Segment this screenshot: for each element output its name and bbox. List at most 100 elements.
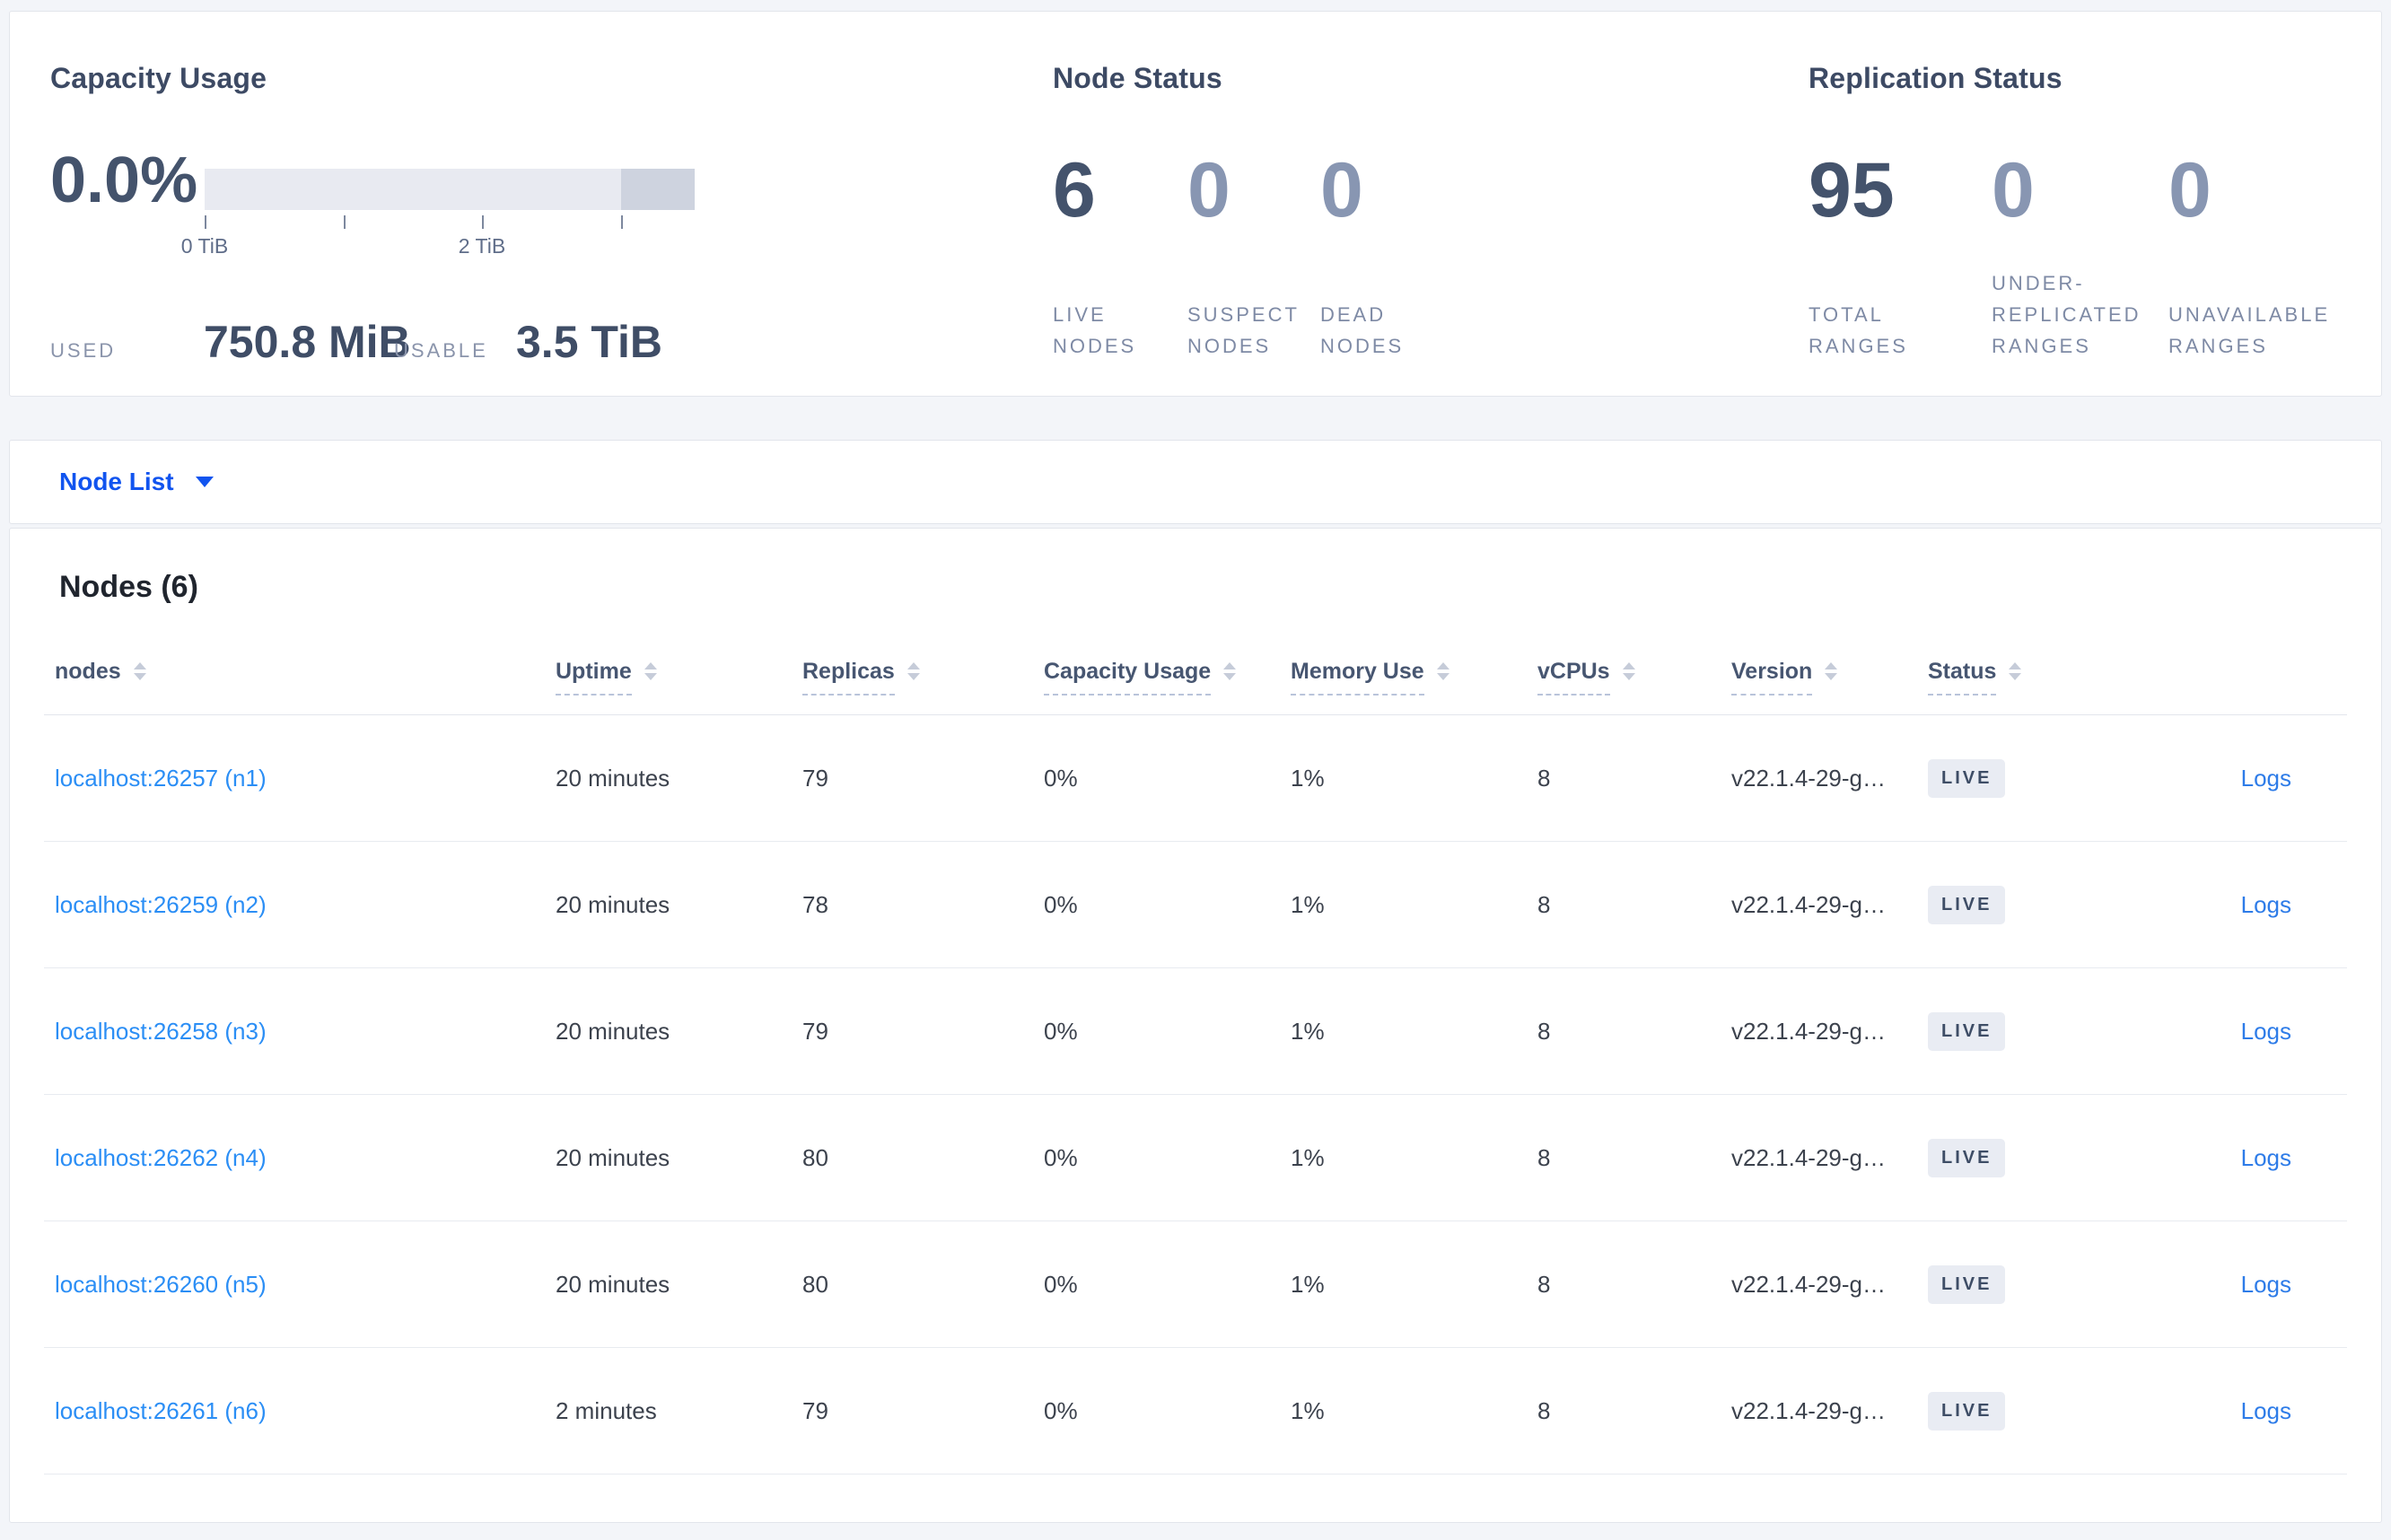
- capacity-usage-cell: 0%: [1044, 764, 1078, 792]
- logs-link[interactable]: Logs: [2241, 1397, 2291, 1424]
- sort-arrows-icon[interactable]: [1622, 662, 1635, 680]
- memory-use-cell: 1%: [1291, 1270, 1325, 1298]
- logs-link[interactable]: Logs: [2241, 1018, 2291, 1045]
- nodes-panel-title: Nodes (6): [59, 570, 198, 604]
- memory-use-cell: 1%: [1291, 890, 1325, 918]
- axis-tick: [482, 215, 484, 229]
- replicas-cell: 78: [802, 890, 828, 918]
- sort-arrows-icon[interactable]: [2009, 662, 2022, 680]
- vcpus-cell: 8: [1537, 1270, 1551, 1298]
- node-link[interactable]: localhost:26259 (n2): [55, 891, 267, 918]
- node-link[interactable]: localhost:26261 (n6): [55, 1397, 267, 1424]
- column-header-nodes[interactable]: nodes: [44, 659, 547, 685]
- replicas-cell: 80: [802, 1143, 828, 1171]
- cluster-overview-card: Capacity Usage 0.0% 0 TiB 2 TiB USED 750…: [9, 11, 2382, 397]
- version-cell: v22.1.4-29-g…: [1731, 1017, 1886, 1045]
- column-header-vcpus[interactable]: vCPUs: [1528, 659, 1722, 696]
- uptime-cell: 20 minutes: [556, 1017, 670, 1045]
- node-link[interactable]: localhost:26258 (n3): [55, 1018, 267, 1045]
- total-ranges-stat: 95 TOTAL RANGES: [1809, 152, 1992, 362]
- version-cell: v22.1.4-29-g…: [1731, 1143, 1886, 1171]
- table-row: localhost:26260 (n5) 20 minutes 80 0% 1%…: [44, 1221, 2347, 1348]
- node-list-dropdown[interactable]: Node List: [59, 468, 214, 496]
- capacity-usage-title: Capacity Usage: [50, 62, 267, 94]
- table-row: localhost:26261 (n6) 2 minutes 79 0% 1% …: [44, 1348, 2347, 1474]
- column-header-capacity-usage[interactable]: Capacity Usage: [1035, 659, 1282, 696]
- capacity-bar-reserved-segment: [621, 169, 695, 210]
- under-replicated-ranges-value: 0: [1992, 147, 2035, 233]
- live-nodes-stat: 6 LIVE NODES: [1053, 152, 1187, 362]
- sort-arrows-icon[interactable]: [1436, 662, 1449, 680]
- used-label: USED: [50, 339, 117, 362]
- version-cell: v22.1.4-29-g…: [1731, 1396, 1886, 1424]
- sort-arrows-icon[interactable]: [1825, 662, 1838, 680]
- nodes-panel: Nodes (6) nodes Uptime Replicas Capacity…: [9, 528, 2382, 1523]
- axis-tick-label: 0 TiB: [180, 234, 229, 258]
- replication-status-title: Replication Status: [1809, 62, 2063, 94]
- suspect-nodes-label: SUSPECT NODES: [1187, 303, 1300, 357]
- status-badge: LIVE: [1928, 1011, 2006, 1051]
- capacity-usage-cell: 0%: [1044, 1017, 1078, 1045]
- used-value: 750.8 MiB: [204, 317, 411, 367]
- status-badge: LIVE: [1928, 758, 2006, 798]
- status-badge: LIVE: [1928, 1264, 2006, 1304]
- replicas-cell: 80: [802, 1270, 828, 1298]
- dead-nodes-stat: 0 DEAD NODES: [1320, 152, 1500, 362]
- status-badge: LIVE: [1928, 885, 2006, 924]
- capacity-usage-cell: 0%: [1044, 890, 1078, 918]
- axis-tick-label: 2 TiB: [458, 234, 506, 258]
- logs-link[interactable]: Logs: [2241, 1271, 2291, 1298]
- memory-use-cell: 1%: [1291, 764, 1325, 792]
- node-status-stats: 6 LIVE NODES 0 SUSPECT NODES 0 DEAD NODE…: [1053, 152, 1500, 362]
- unavailable-ranges-stat: 0 UNAVAILABLE RANGES: [2168, 152, 2391, 362]
- total-ranges-label: TOTAL RANGES: [1809, 303, 1908, 357]
- vcpus-cell: 8: [1537, 890, 1551, 918]
- replication-status-section: Replication Status 95 TOTAL RANGES 0 UND…: [1809, 62, 2383, 357]
- sort-arrows-icon[interactable]: [1223, 662, 1237, 680]
- capacity-bar-usable-segment: [205, 169, 621, 210]
- unavailable-ranges-label: UNAVAILABLE RANGES: [2168, 303, 2331, 357]
- table-row: localhost:26262 (n4) 20 minutes 80 0% 1%…: [44, 1095, 2347, 1221]
- suspect-nodes-value: 0: [1187, 147, 1231, 233]
- column-header-uptime[interactable]: Uptime: [547, 659, 793, 696]
- vcpus-cell: 8: [1537, 1017, 1551, 1045]
- uptime-cell: 20 minutes: [556, 1143, 670, 1171]
- logs-link[interactable]: Logs: [2241, 891, 2291, 918]
- column-header-memory-use[interactable]: Memory Use: [1282, 659, 1528, 696]
- node-list-dropdown-label: Node List: [59, 468, 174, 495]
- column-header-status[interactable]: Status: [1919, 659, 2129, 696]
- node-link[interactable]: localhost:26257 (n1): [55, 765, 267, 792]
- live-nodes-label: LIVE NODES: [1053, 303, 1137, 357]
- usable-label: USABLE: [394, 339, 488, 362]
- version-cell: v22.1.4-29-g…: [1731, 764, 1886, 792]
- replicas-cell: 79: [802, 764, 828, 792]
- sort-arrows-icon[interactable]: [906, 662, 920, 680]
- node-link[interactable]: localhost:26260 (n5): [55, 1271, 267, 1298]
- replicas-cell: 79: [802, 1396, 828, 1424]
- under-replicated-ranges-label: UNDER-REPLICATED RANGES: [1992, 272, 2141, 357]
- uptime-cell: 20 minutes: [556, 890, 670, 918]
- uptime-cell: 20 minutes: [556, 764, 670, 792]
- live-nodes-value: 6: [1053, 147, 1096, 233]
- capacity-usage-cell: 0%: [1044, 1270, 1078, 1298]
- sort-arrows-icon[interactable]: [133, 662, 146, 680]
- status-badge: LIVE: [1928, 1391, 2006, 1431]
- axis-tick: [621, 215, 623, 229]
- sort-arrows-icon[interactable]: [644, 662, 657, 680]
- total-ranges-value: 95: [1809, 147, 1895, 233]
- uptime-cell: 20 minutes: [556, 1270, 670, 1298]
- logs-link[interactable]: Logs: [2241, 765, 2291, 792]
- uptime-cell: 2 minutes: [556, 1396, 657, 1424]
- node-link[interactable]: localhost:26262 (n4): [55, 1144, 267, 1171]
- replication-stats: 95 TOTAL RANGES 0 UNDER-REPLICATED RANGE…: [1809, 152, 2391, 362]
- under-replicated-ranges-stat: 0 UNDER-REPLICATED RANGES: [1992, 152, 2168, 362]
- capacity-usage-cell: 0%: [1044, 1143, 1078, 1171]
- column-header-version[interactable]: Version: [1722, 659, 1919, 696]
- view-selector-bar: Node List: [9, 440, 2382, 524]
- logs-link[interactable]: Logs: [2241, 1144, 2291, 1171]
- capacity-percent-value: 0.0%: [50, 144, 198, 216]
- column-header-replicas[interactable]: Replicas: [793, 659, 1035, 696]
- node-status-title: Node Status: [1053, 62, 1222, 94]
- table-row: localhost:26259 (n2) 20 minutes 78 0% 1%…: [44, 842, 2347, 968]
- chevron-down-icon: [195, 477, 214, 487]
